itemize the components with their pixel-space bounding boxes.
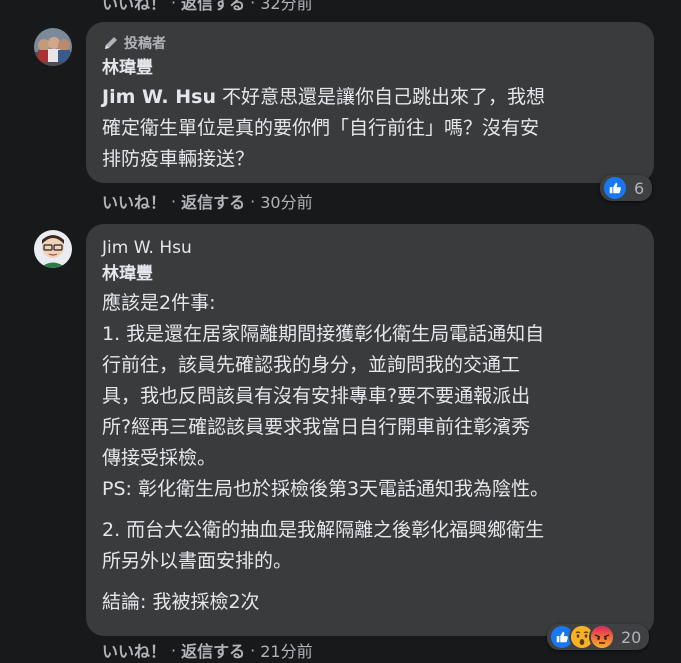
comments-thread: いいね！ · 返信する · 32分前 投稿者 林瑋豐 Jim W. Hsu 不好… [0,0,681,663]
reply-button[interactable]: 返信する [181,189,245,213]
avatar-commenter[interactable] [34,28,72,66]
comment-bubble: 投稿者 林瑋豐 Jim W. Hsu 不好意思還是讓你自己跳出來了，我想 確定衛… [86,22,654,183]
comment-author[interactable]: Jim W. Hsu [102,236,640,260]
avatar-cartoon-icon [34,230,72,268]
reply-button[interactable]: 返信する [181,0,245,14]
reaction-summary[interactable]: 20 [547,624,650,650]
reaction-summary[interactable]: 6 [600,175,653,201]
comment-line: 行前往，該員先確認我的身分，並詢問我的交通工 [102,354,521,376]
comment-line: 結論: 我被採檢2次 [102,591,260,613]
comment-author[interactable]: 林瑋豐 [102,56,640,80]
avatar-group-photo-icon [34,28,72,66]
separator: · [171,191,177,211]
comment-line: 應該是2件事: [102,292,216,314]
timestamp[interactable]: 32分前 [260,0,312,14]
author-badge-label: 投稿者 [124,36,166,52]
like-button[interactable]: いいね！ [102,638,166,662]
comment-text: 應該是2件事: 1. 我是還在居家隔離期間接獲彰化衛生局電話通知自 行前往，該員… [102,288,640,618]
mention-tag[interactable]: 林瑋豐 [102,262,640,286]
pen-icon [105,37,117,49]
comment-paragraph: 應該是2件事: [102,288,640,319]
angry-icon [589,624,615,650]
comment-line: 所?經再三確認該員要求我當日自行開車前往彰濱秀 [102,416,531,438]
comment-paragraph: 結論: 我被採檢2次 [102,587,640,618]
reaction-count: 20 [621,627,642,647]
comment-actions: いいね！ · 返信する · 21分前 [102,638,313,662]
like-icon [602,175,628,201]
comment-paragraph: 1. 我是還在居家隔離期間接獲彰化衛生局電話通知自 行前往，該員先確認我的身分，… [102,319,640,474]
comment-bubble: Jim W. Hsu 林瑋豐 應該是2件事: 1. 我是還在居家隔離期間接獲彰化… [86,224,654,636]
comment-text-segment: 不好意思還是讓你自己跳出來了，我想 [215,86,546,108]
comment-line: 確定衛生單位是真的要你們「自行前往」嗎？沒有安 [102,117,540,139]
separator: · [171,640,177,660]
comment-line: 排防疫車輛接送？ [102,148,255,170]
comment-line: PS: 彰化衛生局也於採檢後第3天電話通知我為陰性。 [102,478,550,500]
comment-text: Jim W. Hsu 不好意思還是讓你自己跳出來了，我想 確定衛生單位是真的要你… [102,82,640,175]
comment-line: 2. 而台大公衛的抽血是我解隔離之後彰化福興鄉衛生 [102,519,545,541]
separator: · [171,0,177,12]
like-button[interactable]: いいね！ [102,189,166,213]
comment-actions: いいね！ · 返信する · 30分前 [102,189,313,213]
author-badge: 投稿者 [102,32,640,54]
separator: · [250,640,256,660]
comment-line: 具，我也反問該員有沒有安排專車?要不要通報派出 [102,385,531,407]
comment-actions-top: いいね！ · 返信する · 32分前 [102,0,313,13]
reaction-count: 6 [634,178,645,198]
avatar-commenter[interactable] [34,230,72,268]
comment-paragraph: 2. 而台大公衛的抽血是我解隔離之後彰化福興鄉衛生 所另外以書面安排的。 [102,515,640,577]
comment-paragraph: PS: 彰化衛生局也於採檢後第3天電話通知我為陰性。 [102,474,640,505]
separator: · [250,0,256,12]
comment-line: Jim W. Hsu 不好意思還是讓你自己跳出來了，我想 [102,82,640,113]
timestamp[interactable]: 21分前 [260,638,312,662]
like-button[interactable]: いいね！ [102,0,166,14]
mention-link[interactable]: Jim W. Hsu [102,86,216,108]
timestamp[interactable]: 30分前 [260,189,312,213]
comment-line: 傳接受採檢。 [102,447,217,469]
comment-line: 所另外以書面安排的。 [102,550,293,572]
reply-button[interactable]: 返信する [181,638,245,662]
separator: · [250,191,256,211]
comment-line: 1. 我是還在居家隔離期間接獲彰化衛生局電話通知自 [102,323,545,345]
